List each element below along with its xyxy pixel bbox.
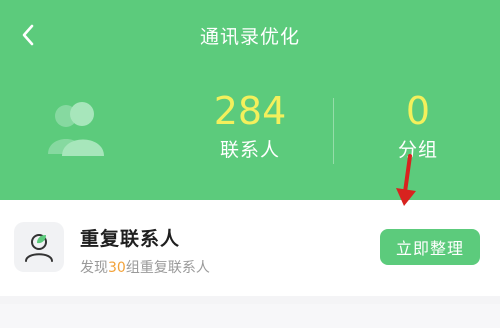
duplicate-contacts-subtitle: 发现30组重复联系人: [80, 257, 210, 277]
duplicate-contacts-title: 重复联系人: [80, 228, 181, 250]
groups-count: 0: [405, 89, 431, 133]
stat-divider: [333, 98, 334, 164]
contacts-avatar-icon: [44, 96, 108, 160]
red-arrow-annotation: [396, 154, 416, 206]
section-separator: [0, 296, 500, 328]
subtitle-prefix: 发现: [80, 260, 108, 276]
contacts-label: 联系人: [219, 139, 280, 161]
subtitle-suffix: 组重复联系人: [125, 260, 210, 276]
contact-leaf-icon: [14, 222, 64, 272]
organize-now-button[interactable]: 立即整理: [380, 229, 480, 265]
groups-stat[interactable]: 0 分组: [350, 88, 486, 162]
duplicate-count: 30: [108, 260, 126, 276]
page-title: 通讯录优化: [199, 26, 300, 48]
contacts-count: 284: [213, 89, 287, 133]
contacts-stat[interactable]: 284 联系人: [180, 88, 320, 162]
